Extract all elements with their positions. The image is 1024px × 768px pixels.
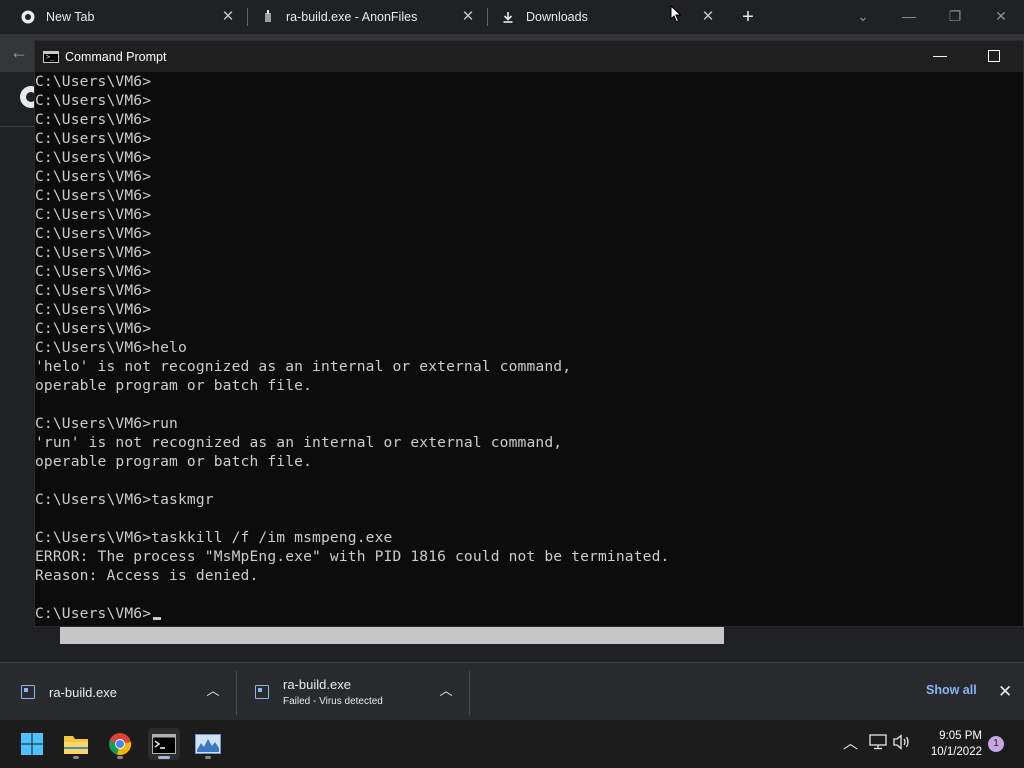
tab-label: New Tab (46, 10, 95, 24)
console-icon (43, 50, 59, 63)
download-icon (500, 9, 516, 25)
tab-label: Downloads (526, 10, 588, 24)
running-indicator (205, 756, 211, 759)
running-indicator (158, 756, 170, 759)
close-tab-icon[interactable]: ✕ (700, 9, 716, 25)
command-prompt-window[interactable]: Command Prompt — C:\Users\VM6>C:\Users\V… (34, 40, 1024, 627)
console-line: C:\Users\VM6> (35, 604, 1023, 623)
anonfiles-icon (260, 9, 276, 25)
console-line: 'helo' is not recognized as an internal … (35, 358, 572, 375)
show-all-link[interactable]: Show all (926, 683, 977, 697)
divider (0, 126, 34, 127)
clock[interactable]: 9:05 PM 10/1/2022 (924, 728, 982, 760)
console-line: C:\Users\VM6> (35, 130, 152, 147)
restore-icon[interactable]: ❐ (935, 4, 975, 28)
console-line: Reason: Access is denied. (35, 567, 259, 584)
console-line: C:\Users\VM6> (35, 263, 152, 280)
chevron-down-icon[interactable]: ⌄ (843, 4, 883, 28)
network-icon[interactable] (869, 734, 887, 754)
console-line: C:\Users\VM6>taskkill /f /im msmpeng.exe (35, 529, 393, 546)
download-item-failed[interactable]: ra-build.exe Failed - Virus detected (255, 663, 383, 721)
file-icon (255, 685, 269, 699)
console-line: 'run' is not recognized as an internal o… (35, 434, 563, 451)
text-cursor (153, 617, 162, 620)
command-prompt-titlebar[interactable]: Command Prompt — (35, 41, 1023, 72)
close-icon[interactable]: ✕ (998, 682, 1012, 702)
running-indicator (73, 756, 79, 759)
console-line: C:\Users\VM6> (35, 282, 152, 299)
download-item[interactable]: ra-build.exe (21, 663, 117, 721)
chevron-up-icon[interactable]: ︿ (843, 732, 858, 753)
tab-label: ra-build.exe - AnonFiles (286, 10, 418, 24)
console-line: C:\Users\VM6> (35, 206, 152, 223)
download-filename: ra-build.exe (283, 677, 351, 692)
console-line: C:\Users\VM6> (35, 73, 152, 90)
console-line: operable program or batch file. (35, 377, 313, 394)
minimize-icon[interactable]: — (889, 4, 929, 28)
download-status: Failed - Virus detected (283, 696, 383, 707)
clock-date: 10/1/2022 (930, 746, 982, 758)
clock-time: 9:05 PM (939, 730, 982, 742)
close-window-icon[interactable]: ✕ (981, 4, 1021, 28)
notification-badge[interactable]: 1 (988, 736, 1004, 752)
chevron-up-icon[interactable]: ︿ (205, 683, 221, 699)
console-line: C:\Users\VM6> (35, 225, 152, 242)
file-explorer-icon[interactable] (60, 728, 92, 760)
console-line: C:\Users\VM6>helo (35, 339, 187, 356)
tab-anonfiles[interactable]: ra-build.exe - AnonFiles ✕ (248, 0, 486, 34)
file-icon (21, 685, 35, 699)
window-title: Command Prompt (65, 49, 167, 64)
close-tab-icon[interactable]: ✕ (220, 9, 236, 25)
tab-downloads[interactable]: Downloads ✕ (488, 0, 726, 34)
console-line: C:\Users\VM6>taskmgr (35, 491, 214, 508)
chrome-icon (20, 9, 36, 25)
console-line: ERROR: The process "MsMpEng.exe" with PI… (35, 548, 670, 565)
resource-monitor-icon[interactable] (192, 728, 224, 760)
maximize-icon[interactable] (988, 50, 1000, 62)
console-line: C:\Users\VM6>run (35, 415, 178, 432)
console-line: C:\Users\VM6> (35, 244, 152, 261)
download-shelf: ra-build.exe ︿ ra-build.exe Failed - Vir… (0, 662, 1024, 720)
console-output[interactable]: C:\Users\VM6> C:\Users\VM6> C:\Users\VM6> C… (35, 72, 1023, 628)
console-line: C:\Users\VM6> (35, 187, 152, 204)
minimize-icon[interactable]: — (925, 47, 955, 67)
chrome-icon[interactable] (104, 728, 136, 760)
console-line: C:\Users\VM6> (35, 92, 152, 109)
running-indicator (117, 756, 123, 759)
back-arrow-icon[interactable]: ← (10, 42, 28, 63)
close-tab-icon[interactable]: ✕ (460, 9, 476, 25)
chevron-up-icon[interactable]: ︿ (438, 683, 454, 699)
console-line: C:\Users\VM6> (35, 111, 152, 128)
terminal-icon[interactable] (148, 728, 180, 760)
download-filename: ra-build.exe (49, 684, 117, 700)
console-line: C:\Users\VM6> (35, 301, 152, 318)
console-line: operable program or batch file. (35, 453, 313, 470)
windows-start-icon[interactable] (16, 728, 48, 760)
tab-new-tab[interactable]: New Tab ✕ (0, 0, 246, 34)
divider (236, 671, 237, 715)
console-line: C:\Users\VM6> (35, 149, 152, 166)
console-line: C:\Users\VM6> (35, 168, 152, 185)
download-card-background (60, 626, 724, 644)
console-line: C:\Users\VM6> (35, 320, 152, 337)
volume-icon[interactable] (893, 734, 911, 754)
browser-tab-strip: New Tab ✕ ra-build.exe - AnonFiles ✕ Dow… (0, 0, 1024, 34)
new-tab-button[interactable]: + (737, 6, 759, 28)
windows-taskbar: ︿ 9:05 PM 10/1/2022 (0, 720, 1024, 768)
divider (469, 671, 470, 715)
